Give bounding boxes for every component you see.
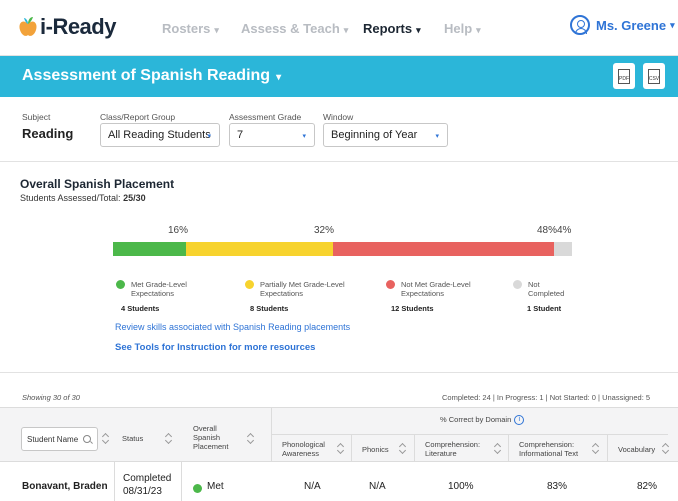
- bar-segment-met[interactable]: [113, 242, 187, 256]
- subject-value: Reading: [22, 126, 74, 141]
- legend-dot: [386, 280, 395, 289]
- grade-label: Assessment Grade: [229, 112, 302, 122]
- sort-name-icon[interactable]: [102, 432, 110, 444]
- report-title-bar: Assessment of Spanish Reading ▾ PDF CSV: [0, 56, 678, 97]
- score-literature-cell: 100%: [448, 481, 474, 492]
- group-select[interactable]: All Reading Students ▾: [100, 123, 220, 147]
- sort-vocabulary-icon[interactable]: [662, 442, 670, 454]
- column-divider: [607, 434, 608, 462]
- tools-for-instruction-link[interactable]: See Tools for Instruction for more resou…: [115, 342, 315, 353]
- chevron-down-icon: ▾: [416, 25, 421, 35]
- student-name-search[interactable]: Student Name: [21, 427, 98, 451]
- status-date-cell: 08/31/23: [123, 486, 162, 497]
- top-navigation: i-Ready Rosters ▾ Assess & Teach ▾ Reports…: [0, 0, 678, 56]
- segment-percent-met: 16%: [168, 225, 189, 236]
- legend-dot: [116, 280, 125, 289]
- user-avatar-icon: [570, 15, 590, 35]
- section-divider: [0, 161, 678, 162]
- segment-percent-not-met: 48%: [537, 225, 558, 236]
- section-divider: [0, 372, 678, 373]
- column-divider: [508, 434, 509, 462]
- showing-count: Showing 30 of 30: [22, 393, 80, 402]
- bar-segment-not-met[interactable]: [333, 242, 554, 256]
- domain-literature-header: Comprehension: Literature: [425, 440, 481, 458]
- user-menu[interactable]: Ms. Greene ▾: [570, 15, 675, 35]
- segment-percent-partial: 32%: [314, 225, 335, 236]
- column-divider: [114, 462, 115, 501]
- completion-stats: Completed: 24 | In Progress: 1 | Not Sta…: [442, 393, 651, 402]
- chevron-down-icon: ▾: [302, 133, 306, 140]
- pdf-download-button[interactable]: PDF: [613, 63, 635, 89]
- column-divider: [351, 434, 352, 462]
- search-icon: [83, 435, 91, 443]
- sort-literature-icon[interactable]: [494, 442, 502, 454]
- nav-reports[interactable]: Reports ▾: [363, 21, 421, 36]
- sort-phonics-icon[interactable]: [399, 442, 407, 454]
- window-label: Window: [323, 112, 354, 122]
- bar-segment-partial[interactable]: [186, 242, 334, 256]
- domain-phonics-header: Phonics: [362, 445, 389, 454]
- nav-rosters[interactable]: Rosters ▾: [162, 21, 219, 36]
- group-label: Class/Report Group: [100, 112, 176, 122]
- domain-vocabulary-header: Vocabulary: [618, 445, 656, 454]
- score-phonics-cell: N/A: [369, 481, 386, 492]
- status-header: Status: [122, 434, 144, 443]
- chevron-down-icon: ▾: [276, 72, 282, 83]
- pdf-icon: PDF: [618, 68, 630, 84]
- review-skills-link[interactable]: Review skills associated with Spanish Re…: [115, 322, 350, 332]
- score-vocabulary-cell: 82%: [637, 481, 658, 492]
- nav-assess-teach[interactable]: Assess & Teach ▾: [241, 21, 348, 36]
- logo-text: i-Ready: [40, 14, 116, 39]
- score-phonological-cell: N/A: [304, 481, 321, 492]
- chevron-down-icon: ▾: [670, 19, 675, 30]
- column-divider: [271, 434, 668, 435]
- segment-percent-not-completed: 4%: [557, 225, 572, 236]
- bar-segment-not-completed[interactable]: [553, 242, 572, 256]
- placement-cell: Met: [207, 481, 224, 492]
- legend-dot: [245, 280, 254, 289]
- user-name: Ms. Greene: [596, 17, 667, 33]
- window-select[interactable]: Beginning of Year ▾: [323, 123, 448, 147]
- chevron-down-icon: ▾: [343, 25, 349, 35]
- status-cell: Completed: [123, 473, 172, 484]
- column-divider: [181, 462, 182, 501]
- sort-informational-icon[interactable]: [592, 442, 600, 454]
- overall-placement-header: Overall Spanish Placement: [193, 424, 229, 451]
- csv-icon: CSV: [648, 68, 660, 84]
- column-divider: [414, 434, 415, 462]
- domain-informational-header: Comprehension: Informational Text: [519, 440, 579, 458]
- chevron-down-icon: ▾: [435, 133, 439, 140]
- students-assessed: Students Assessed/Total: 25/30: [20, 193, 146, 203]
- legend-dot: [513, 280, 522, 289]
- student-name-cell[interactable]: Bonavant, Braden: [22, 481, 108, 492]
- chevron-down-icon: ▾: [207, 133, 211, 140]
- score-informational-cell: 83%: [547, 481, 568, 492]
- report-title-dropdown[interactable]: Assessment of Spanish Reading ▾: [22, 67, 281, 85]
- domain-header: % Correct by Domain i: [440, 415, 525, 426]
- domain-phonological-header: Phonological Awareness: [282, 440, 325, 458]
- chevron-down-icon: ▾: [476, 25, 481, 35]
- placement-stacked-bar[interactable]: [113, 242, 572, 256]
- logo-leaf-icon: [19, 17, 37, 36]
- grade-select[interactable]: 7 ▾: [229, 123, 315, 147]
- sort-placement-icon[interactable]: [247, 432, 255, 444]
- placement-dot: [193, 484, 202, 493]
- chevron-down-icon: ▾: [214, 25, 219, 35]
- info-icon[interactable]: i: [514, 415, 525, 426]
- iready-logo[interactable]: i-Ready: [18, 14, 116, 40]
- subject-label: Subject: [22, 112, 51, 122]
- placement-heading: Overall Spanish Placement: [20, 177, 175, 191]
- nav-help[interactable]: Help ▾: [444, 21, 481, 36]
- sort-status-icon[interactable]: [165, 432, 173, 444]
- sort-phonological-icon[interactable]: [337, 442, 345, 454]
- csv-download-button[interactable]: CSV: [643, 63, 665, 89]
